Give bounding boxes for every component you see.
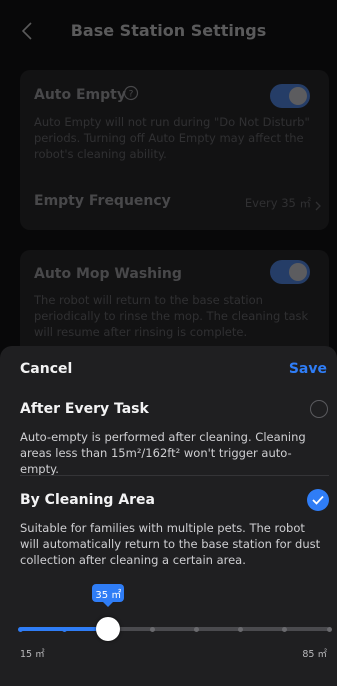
save-button[interactable]: Save (289, 361, 327, 377)
option-by-cleaning-area-title[interactable]: By Cleaning Area (20, 492, 155, 508)
help-icon[interactable]: ? (123, 85, 139, 105)
slider-tick (282, 626, 288, 632)
cancel-button[interactable]: Cancel (20, 361, 72, 377)
auto-empty-card: Auto Empty ? Auto Empty will not run dur… (20, 70, 329, 230)
slider-tick (238, 626, 244, 632)
slider-tick (149, 626, 155, 632)
option-after-every-task-title[interactable]: After Every Task (20, 401, 149, 417)
chevron-right-icon (315, 196, 321, 215)
empty-frequency-label: Empty Frequency (34, 193, 171, 209)
slider-max-label: 85 ㎡ (302, 649, 327, 660)
option-by-cleaning-area-description: Suitable for families with multiple pets… (20, 521, 321, 567)
auto-mop-description: The robot will return to the base statio… (34, 293, 309, 339)
option-by-cleaning-area-check[interactable] (307, 489, 329, 511)
auto-mop-toggle[interactable] (270, 260, 310, 284)
slider-tick (194, 626, 200, 632)
top-bar: Base Station Settings (0, 0, 337, 66)
slider-tick (17, 626, 23, 632)
slider-tick (61, 626, 67, 632)
svg-text:?: ? (129, 90, 134, 100)
auto-mop-label: Auto Mop Washing (34, 266, 182, 282)
slider-bubble-tip (103, 602, 114, 607)
auto-empty-description: Auto Empty will not run during "Do Not D… (34, 115, 310, 161)
page-title: Base Station Settings (70, 21, 267, 40)
auto-mop-card: Auto Mop Washing The robot will return t… (20, 250, 329, 360)
bottom-sheet (0, 346, 337, 686)
option-after-every-task-radio[interactable] (310, 400, 328, 418)
slider-min-label: 15 ㎡ (20, 649, 45, 660)
divider (20, 475, 329, 476)
slider-tick (326, 626, 332, 632)
empty-frequency-value[interactable]: Every 35 ㎡ (245, 195, 311, 211)
slider-value-bubble: 35 ㎡ (92, 584, 125, 602)
checkmark-icon (312, 495, 324, 505)
option-after-every-task-description: Auto-empty is performed after cleaning. … (20, 430, 306, 476)
auto-empty-label: Auto Empty (34, 87, 126, 103)
auto-empty-toggle[interactable] (270, 84, 310, 108)
